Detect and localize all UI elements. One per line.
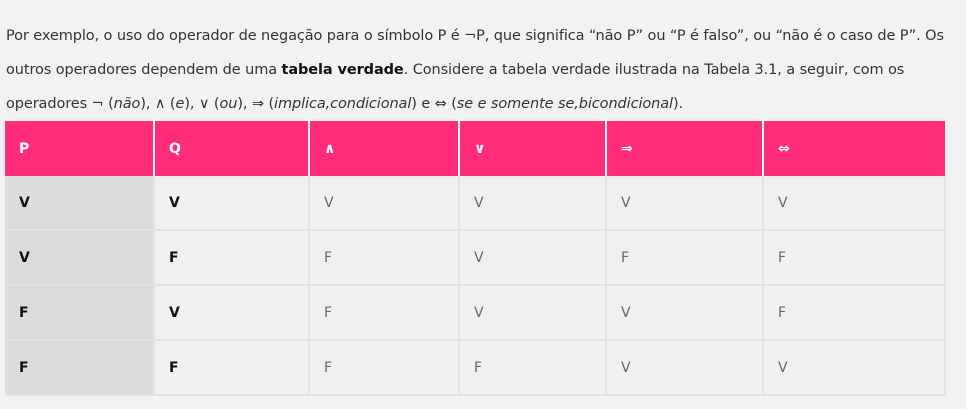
cell-implies: V	[606, 340, 764, 396]
header-q: Q	[154, 121, 310, 176]
paragraph-text-6: ) e ⇔ (	[411, 95, 457, 112]
cell-and: F	[309, 340, 460, 396]
cell-p: V	[5, 176, 155, 231]
cell-q: F	[154, 230, 310, 286]
paragraph-bold-term: tabela verdade	[281, 61, 404, 78]
cell-p: V	[5, 230, 155, 286]
operator-name-implies: implica,condicional	[274, 95, 412, 112]
cell-or: F	[459, 340, 607, 396]
cell-q: F	[154, 340, 310, 396]
truth-table: P Q ∧ ∨ ⇒ ⇔ V V V V V V V F F V F F F V …	[5, 121, 946, 396]
intro-paragraph: Por exemplo, o uso do operador de negaçã…	[6, 19, 956, 121]
cell-or: V	[459, 285, 607, 341]
operator-name-or: ou	[219, 95, 238, 112]
header-and: ∧	[309, 121, 460, 176]
table-row: V F F V F F	[5, 230, 946, 286]
operator-name-not: não	[113, 95, 141, 112]
cell-and: F	[309, 285, 460, 341]
table-row: F V F V V F	[5, 285, 946, 341]
header-iff: ⇔	[763, 121, 945, 176]
cell-and: F	[309, 230, 460, 286]
paragraph-text-3: ), ∧ (	[140, 95, 176, 112]
header-or: ∨	[459, 121, 607, 176]
paragraph-text-5: ), ⇒ (	[237, 95, 275, 112]
header-implies: ⇒	[606, 121, 764, 176]
operator-name-iff: se e somente se,bicondicional	[456, 95, 673, 112]
paragraph-text-7: ).	[672, 95, 684, 112]
cell-implies: V	[606, 285, 764, 341]
cell-iff: F	[763, 285, 946, 341]
cell-and: V	[309, 176, 460, 231]
cell-or: V	[459, 230, 607, 286]
cell-p: F	[5, 340, 155, 396]
table-header-row: P Q ∧ ∨ ⇒ ⇔	[5, 121, 945, 176]
cell-iff: V	[763, 176, 946, 231]
cell-iff: F	[763, 230, 946, 286]
operator-name-and: e	[175, 95, 185, 112]
header-p: P	[5, 121, 155, 176]
cell-q: V	[154, 176, 310, 231]
cell-iff: V	[763, 340, 946, 396]
table-row: F F F F V V	[5, 340, 946, 396]
cell-implies: F	[606, 230, 764, 286]
cell-implies: V	[606, 176, 764, 231]
table-row: V V V V V V	[5, 176, 946, 231]
cell-q: V	[154, 285, 310, 341]
paragraph-text-4: ), ∨ (	[184, 95, 220, 112]
cell-or: V	[459, 176, 607, 231]
cell-p: F	[5, 285, 155, 341]
